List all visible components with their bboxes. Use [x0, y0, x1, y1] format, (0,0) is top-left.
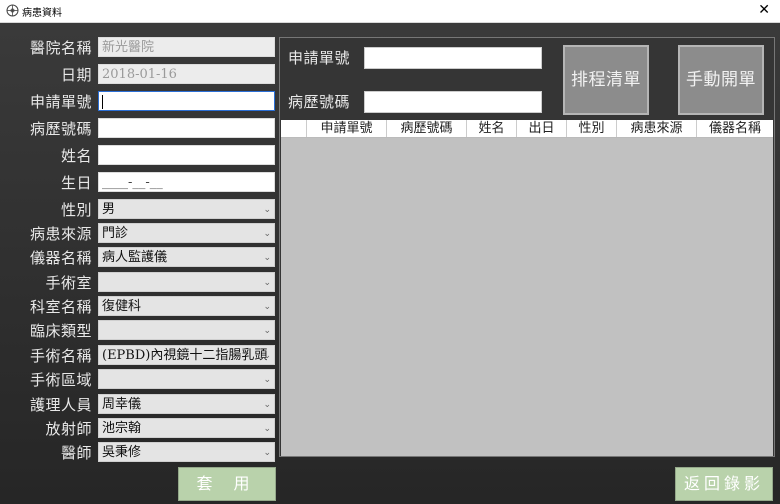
operating-room-label: 手術室: [45, 274, 92, 292]
department-label: 科室名稱: [29, 298, 92, 316]
search-chart-no-label: 病歷號碼: [288, 93, 351, 111]
date-label: 日期: [60, 66, 92, 84]
chevron-down-icon: ⌄: [263, 253, 271, 263]
device-name-value: 病人監護儀: [102, 250, 168, 265]
request-no-input[interactable]: [98, 91, 275, 111]
chart-no-input[interactable]: [98, 118, 275, 138]
surgery-name-label: 手術名稱: [29, 347, 92, 365]
hospital-field: 新光醫院: [98, 37, 275, 57]
physician-label: 醫師: [60, 444, 92, 462]
schedule-list-button[interactable]: 排程清單: [563, 45, 649, 115]
clinical-type-select[interactable]: ⌄: [98, 320, 275, 340]
radiologist-label: 放射師: [45, 420, 92, 438]
apply-button[interactable]: 套 用: [178, 467, 276, 501]
return-to-recording-button[interactable]: 返回錄影: [675, 467, 773, 501]
device-name-label: 儀器名稱: [29, 249, 92, 267]
physician-select[interactable]: 吳秉修 ⌄: [98, 442, 275, 462]
chevron-down-icon: ⌄: [263, 205, 271, 215]
gender-label: 性別: [60, 201, 92, 219]
column-header[interactable]: 出日: [517, 120, 567, 137]
nurse-label: 護理人員: [29, 396, 92, 414]
search-chart-no-input[interactable]: [364, 91, 542, 113]
chevron-down-icon: ⌄: [263, 326, 271, 336]
gender-value: 男: [102, 202, 116, 217]
row-header-gutter: [281, 120, 307, 137]
table-header: 申請單號 病歷號碼 姓名 出日 性別 病患來源 儀器名稱: [281, 120, 773, 138]
chevron-down-icon: ⌄: [263, 400, 271, 410]
column-header[interactable]: 申請單號: [307, 120, 387, 137]
manual-order-button[interactable]: 手動開單: [678, 45, 764, 115]
patient-source-label: 病患來源: [29, 225, 92, 243]
nurse-value: 周幸儀: [102, 397, 142, 412]
search-request-no-label: 申請單號: [288, 49, 351, 67]
radiologist-value: 池宗翰: [102, 421, 142, 436]
operating-room-select[interactable]: ⌄: [98, 272, 275, 292]
nurse-select[interactable]: 周幸儀 ⌄: [98, 394, 275, 414]
surgery-name-select[interactable]: (EPBD)內視鏡十二指腸乳頭 ⌄: [98, 345, 275, 365]
physician-value: 吳秉修: [102, 445, 142, 460]
chevron-down-icon: ⌄: [263, 448, 271, 458]
column-header[interactable]: 病歷號碼: [387, 120, 467, 137]
gender-select[interactable]: 男 ⌄: [98, 199, 275, 219]
surgery-area-label: 手術區域: [29, 371, 92, 389]
device-name-select[interactable]: 病人監護儀 ⌄: [98, 247, 275, 267]
department-value: 復健科: [102, 299, 142, 314]
clinical-type-label: 臨床類型: [29, 322, 92, 340]
patient-table[interactable]: 申請單號 病歷號碼 姓名 出日 性別 病患來源 儀器名稱: [281, 120, 773, 456]
name-label: 姓名: [60, 147, 92, 165]
request-no-label: 申請單號: [29, 93, 92, 111]
window-title: 病患資料: [22, 8, 62, 19]
chevron-down-icon: ⌄: [263, 375, 271, 385]
app-icon: [6, 4, 19, 17]
chevron-down-icon: ⌄: [263, 424, 271, 434]
name-input[interactable]: [98, 145, 275, 165]
patient-source-select[interactable]: 門診 ⌄: [98, 223, 275, 243]
search-panel: 申請單號 病歷號碼 排程清單 手動開單 申請單號 病歷號碼 姓名 出日 性別 病…: [279, 37, 775, 457]
column-header[interactable]: 性別: [567, 120, 617, 137]
chevron-down-icon: ⌄: [263, 351, 271, 361]
radiologist-select[interactable]: 池宗翰 ⌄: [98, 418, 275, 438]
birthday-input[interactable]: ____-__-__: [98, 172, 275, 192]
column-header[interactable]: 儀器名稱: [697, 120, 773, 137]
text-caret: [102, 94, 103, 109]
hospital-label: 醫院名稱: [29, 39, 92, 57]
chevron-down-icon: ⌄: [263, 229, 271, 239]
column-header[interactable]: 姓名: [467, 120, 517, 137]
search-request-no-input[interactable]: [364, 47, 542, 69]
birthday-label: 生日: [60, 174, 92, 192]
surgery-area-select[interactable]: ⌄: [98, 369, 275, 389]
patient-source-value: 門診: [102, 226, 129, 241]
column-header[interactable]: 病患來源: [617, 120, 697, 137]
surgery-name-value: (EPBD)內視鏡十二指腸乳頭: [102, 348, 268, 363]
title-bar: 病患資料 ✕: [0, 0, 780, 23]
close-icon[interactable]: ✕: [758, 2, 770, 18]
chart-no-label: 病歷號碼: [29, 120, 92, 138]
chevron-down-icon: ⌄: [263, 302, 271, 312]
department-select[interactable]: 復健科 ⌄: [98, 296, 275, 316]
chevron-down-icon: ⌄: [263, 278, 271, 288]
date-field: 2018-01-16: [98, 64, 275, 84]
